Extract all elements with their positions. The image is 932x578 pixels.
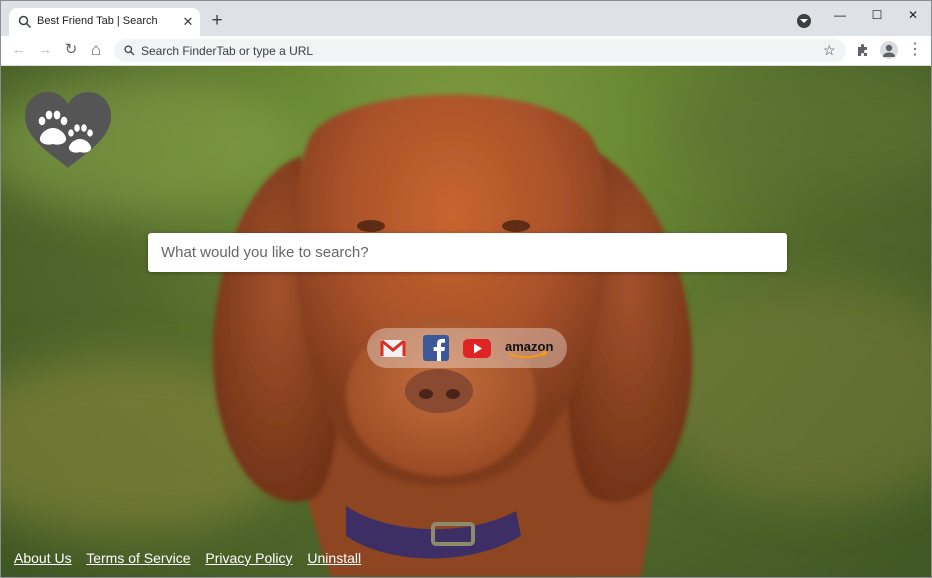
person-icon bbox=[882, 44, 896, 57]
close-window-button[interactable]: ✕ bbox=[895, 5, 931, 25]
puzzle-icon bbox=[858, 44, 867, 56]
terms-of-service-link[interactable]: Terms of Service bbox=[86, 550, 190, 566]
forward-button[interactable]: → bbox=[35, 40, 55, 60]
gmail-icon[interactable] bbox=[379, 334, 407, 362]
facebook-icon[interactable] bbox=[423, 334, 449, 362]
new-tab-button[interactable]: + bbox=[207, 11, 227, 31]
youtube-icon[interactable] bbox=[463, 334, 491, 362]
dog-background-image bbox=[1, 66, 931, 577]
back-button[interactable]: ← bbox=[9, 40, 29, 60]
best-friend-heart-logo bbox=[25, 92, 111, 168]
tab-strip: Best Friend Tab | Search ✕ + — ☐ ✕ bbox=[1, 1, 931, 37]
uninstall-link[interactable]: Uninstall bbox=[307, 550, 361, 566]
search-box[interactable] bbox=[148, 233, 787, 272]
profile-avatar[interactable] bbox=[880, 41, 898, 59]
tab-title: Best Friend Tab | Search bbox=[37, 15, 158, 27]
reload-button[interactable]: ↻ bbox=[61, 40, 81, 60]
close-icon[interactable]: ✕ bbox=[180, 14, 196, 30]
minimize-button[interactable]: — bbox=[822, 5, 858, 25]
extensions-icon[interactable] bbox=[853, 40, 873, 60]
maximize-button[interactable]: ☐ bbox=[859, 5, 895, 25]
toolbar: ← → ↻ ⌂ Search FinderTab or type a URL ☆… bbox=[1, 36, 931, 66]
about-us-link[interactable]: About Us bbox=[14, 550, 72, 566]
svg-text:amazon: amazon bbox=[505, 339, 553, 354]
search-input[interactable] bbox=[148, 233, 787, 272]
amazon-icon[interactable]: amazon bbox=[503, 334, 555, 362]
tab-search-icon[interactable] bbox=[797, 14, 811, 28]
browser-window: Best Friend Tab | Search ✕ + — ☐ ✕ ← → ↻… bbox=[0, 0, 932, 578]
shortcut-bar: amazon bbox=[367, 328, 567, 368]
menu-button[interactable]: ⋮ bbox=[905, 40, 925, 60]
search-icon bbox=[124, 45, 135, 56]
search-icon bbox=[18, 15, 32, 29]
home-button[interactable]: ⌂ bbox=[86, 40, 106, 60]
bookmark-star-icon[interactable]: ☆ bbox=[823, 41, 836, 60]
new-tab-page: amazon About Us Terms of Service Privacy… bbox=[1, 66, 931, 577]
footer-links: About Us Terms of Service Privacy Policy… bbox=[14, 550, 372, 566]
tab-best-friend[interactable]: Best Friend Tab | Search ✕ bbox=[9, 8, 200, 37]
address-bar[interactable]: Search FinderTab or type a URL ☆ bbox=[114, 39, 846, 62]
privacy-policy-link[interactable]: Privacy Policy bbox=[205, 550, 292, 566]
address-bar-placeholder: Search FinderTab or type a URL bbox=[141, 44, 314, 58]
